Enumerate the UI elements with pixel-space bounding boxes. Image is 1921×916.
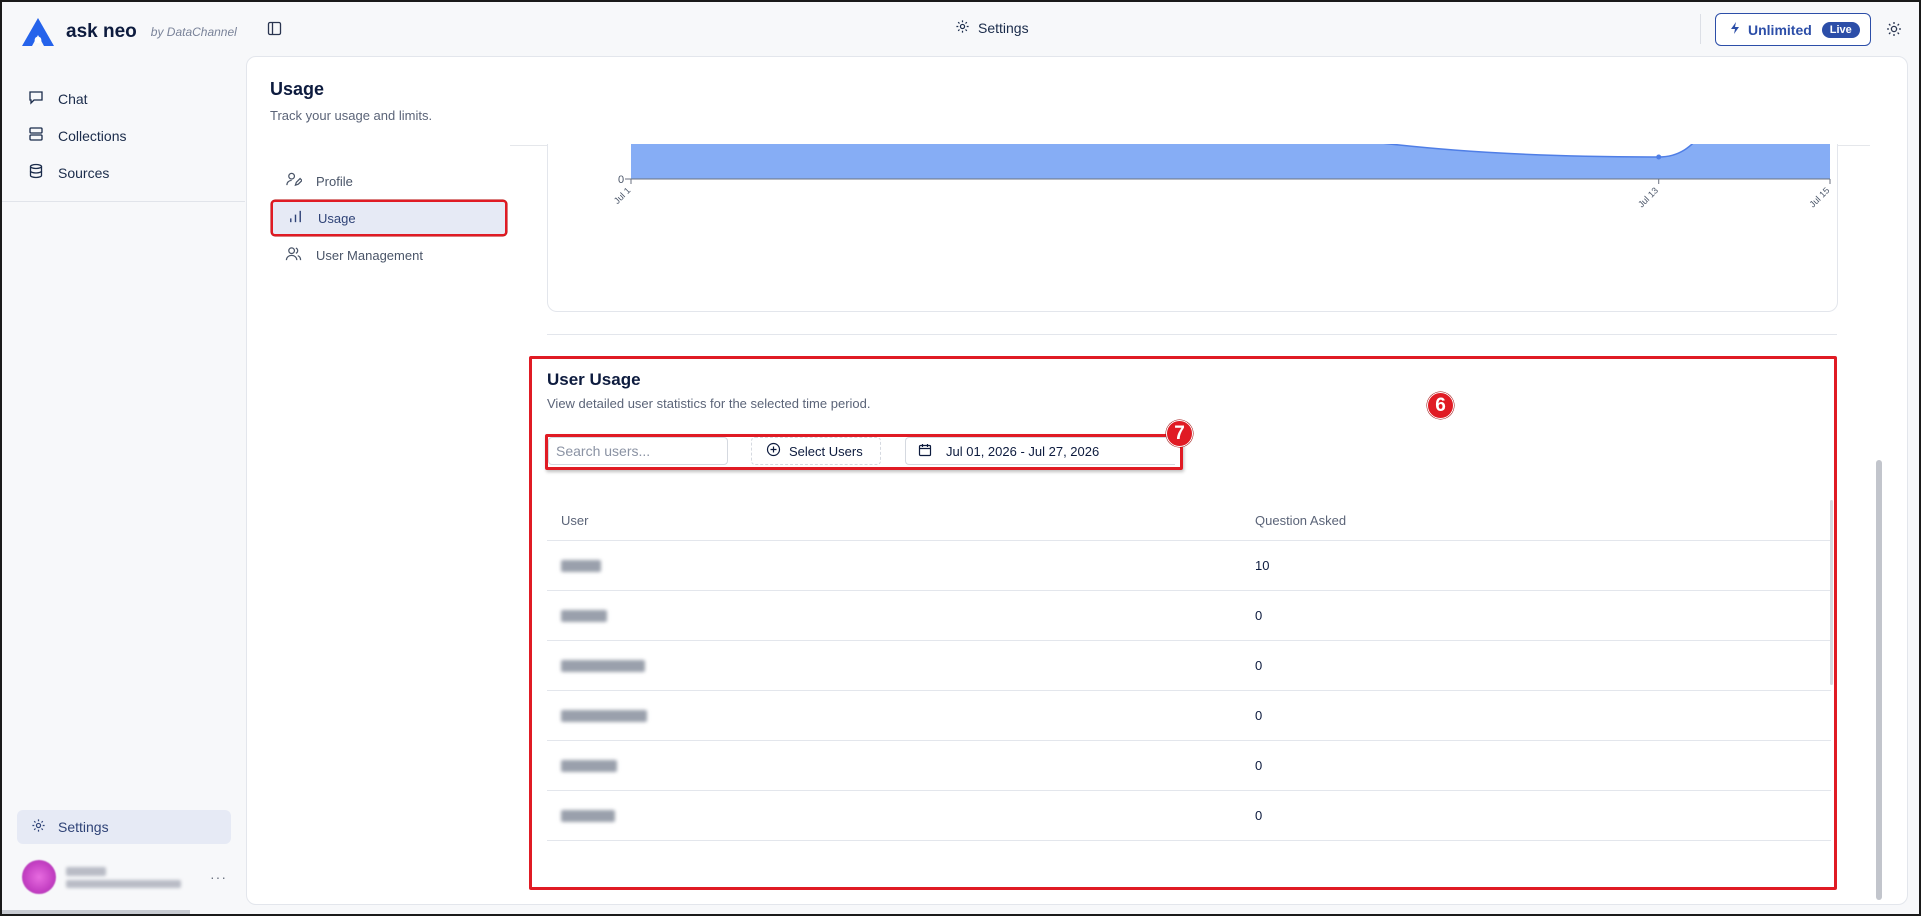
questions-asked-cell: 10 (1255, 558, 1270, 573)
live-badge: Live (1821, 21, 1860, 38)
sidebar-item-label: Collections (58, 127, 127, 144)
ask-neo-logo-icon (20, 16, 56, 48)
sidebar-item-settings[interactable]: Settings (17, 810, 231, 844)
table-scrollbar[interactable] (1830, 500, 1833, 685)
table-header: User Question Asked (547, 500, 1831, 541)
sidebar-nav: Chat Collections Sources (18, 80, 233, 191)
user-name-redacted (561, 559, 601, 572)
sidebar-item-label: Sources (58, 164, 110, 181)
sidebar-toggle-icon[interactable] (267, 21, 282, 36)
user-name-cell (547, 641, 1255, 690)
annotation-box-7 (545, 434, 1183, 470)
user-name-redacted (561, 759, 617, 772)
questions-asked-cell: 0 (1255, 708, 1263, 723)
user-usage-subtitle: View detailed user statistics for the se… (547, 396, 871, 411)
settings-nav-label: Usage (318, 210, 356, 226)
avatar (22, 860, 56, 894)
sidebar-scrollbar[interactable] (0, 910, 190, 914)
questions-asked-cell: 0 (1255, 658, 1263, 673)
sidebar-item-chat[interactable]: Chat (18, 80, 233, 117)
column-header-user[interactable]: User (547, 500, 1255, 540)
page-title: Usage (270, 79, 325, 99)
users-icon (285, 245, 302, 265)
user-usage-table: User Question Asked 10 0 0 0 0 0 (547, 500, 1831, 841)
brand-name: ask neo (66, 21, 137, 42)
settings-nav-label: Profile (316, 173, 353, 189)
page-scrollbar[interactable] (1876, 460, 1882, 900)
user-name-redacted (66, 866, 106, 876)
collections-icon (28, 126, 44, 145)
x-tick-label: Jul 13 (1636, 185, 1660, 209)
table-row: 10 (547, 541, 1831, 591)
user-name-redacted (561, 809, 615, 822)
user-info (66, 866, 181, 888)
header-divider (1700, 14, 1701, 44)
table-body: 10 0 0 0 0 0 (547, 541, 1831, 841)
current-user[interactable]: ··· (22, 860, 227, 894)
user-name-cell (547, 541, 1255, 590)
table-row: 0 (547, 591, 1831, 641)
y-tick-label: 0 (618, 174, 624, 186)
gear-icon (31, 818, 46, 836)
settings-nav-label: User Management (316, 247, 423, 263)
chat-icon (28, 89, 44, 108)
table-row: 0 (547, 641, 1831, 691)
sidebar: ask neo by DataChannel Chat Collections … (0, 0, 245, 916)
user-name-cell (547, 791, 1255, 840)
x-tick-label: Jul 1 (612, 185, 633, 206)
lightning-icon (1728, 21, 1742, 38)
profile-edit-icon (285, 171, 303, 191)
brand[interactable]: ask neo by DataChannel (20, 16, 237, 48)
usage-chart-card: 02Jul 1Jul 13Jul 15 (547, 144, 1838, 312)
questions-asked-cell: 0 (1255, 608, 1263, 623)
user-name-redacted (561, 659, 645, 672)
table-row: 0 (547, 741, 1831, 791)
user-name-cell (547, 741, 1255, 790)
user-usage-title: User Usage (547, 370, 641, 389)
table-row: 0 (547, 691, 1831, 741)
annotation-marker-7: 7 (1166, 420, 1193, 447)
user-name-cell (547, 691, 1255, 740)
chart-point[interactable] (1656, 154, 1662, 160)
user-name-redacted (561, 709, 647, 722)
settings-nav-user-management[interactable]: User Management (271, 237, 507, 273)
questions-asked-cell: 0 (1255, 758, 1263, 773)
bar-chart-icon (287, 208, 304, 228)
settings-nav: Profile Usage User Management (271, 163, 507, 274)
sidebar-item-label: Settings (58, 819, 109, 835)
header-title-text: Settings (978, 20, 1029, 36)
user-email-redacted (66, 879, 181, 888)
annotation-marker-6: 6 (1427, 392, 1454, 419)
usage-area-chart: 02Jul 1Jul 13Jul 15 (612, 144, 1831, 209)
sidebar-item-label: Chat (58, 90, 88, 107)
sidebar-item-sources[interactable]: Sources (18, 154, 233, 191)
sun-icon[interactable] (1886, 21, 1902, 37)
chart-area (631, 144, 1830, 179)
page-subtitle: Track your usage and limits. (270, 108, 433, 123)
page-header-title: Settings (955, 19, 1029, 37)
x-tick-label: Jul 15 (1807, 185, 1831, 209)
questions-asked-cell: 0 (1255, 808, 1263, 823)
top-bar: Settings Unlimited Live (245, 0, 1919, 56)
settings-nav-profile[interactable]: Profile (271, 163, 507, 199)
user-name-redacted (561, 609, 607, 622)
database-icon (28, 163, 44, 182)
gear-icon (955, 19, 970, 37)
column-header-questions[interactable]: Question Asked (1255, 513, 1346, 528)
brand-tagline: by DataChannel (150, 25, 237, 39)
sidebar-divider (0, 201, 245, 202)
plan-label: Unlimited (1748, 21, 1812, 38)
table-row: 0 (547, 791, 1831, 841)
user-name-cell (547, 591, 1255, 640)
plan-button[interactable]: Unlimited Live (1715, 13, 1871, 46)
more-options-icon[interactable]: ··· (210, 869, 227, 885)
settings-nav-usage[interactable]: Usage (271, 200, 507, 236)
section-divider (547, 334, 1837, 335)
sidebar-item-collections[interactable]: Collections (18, 117, 233, 154)
